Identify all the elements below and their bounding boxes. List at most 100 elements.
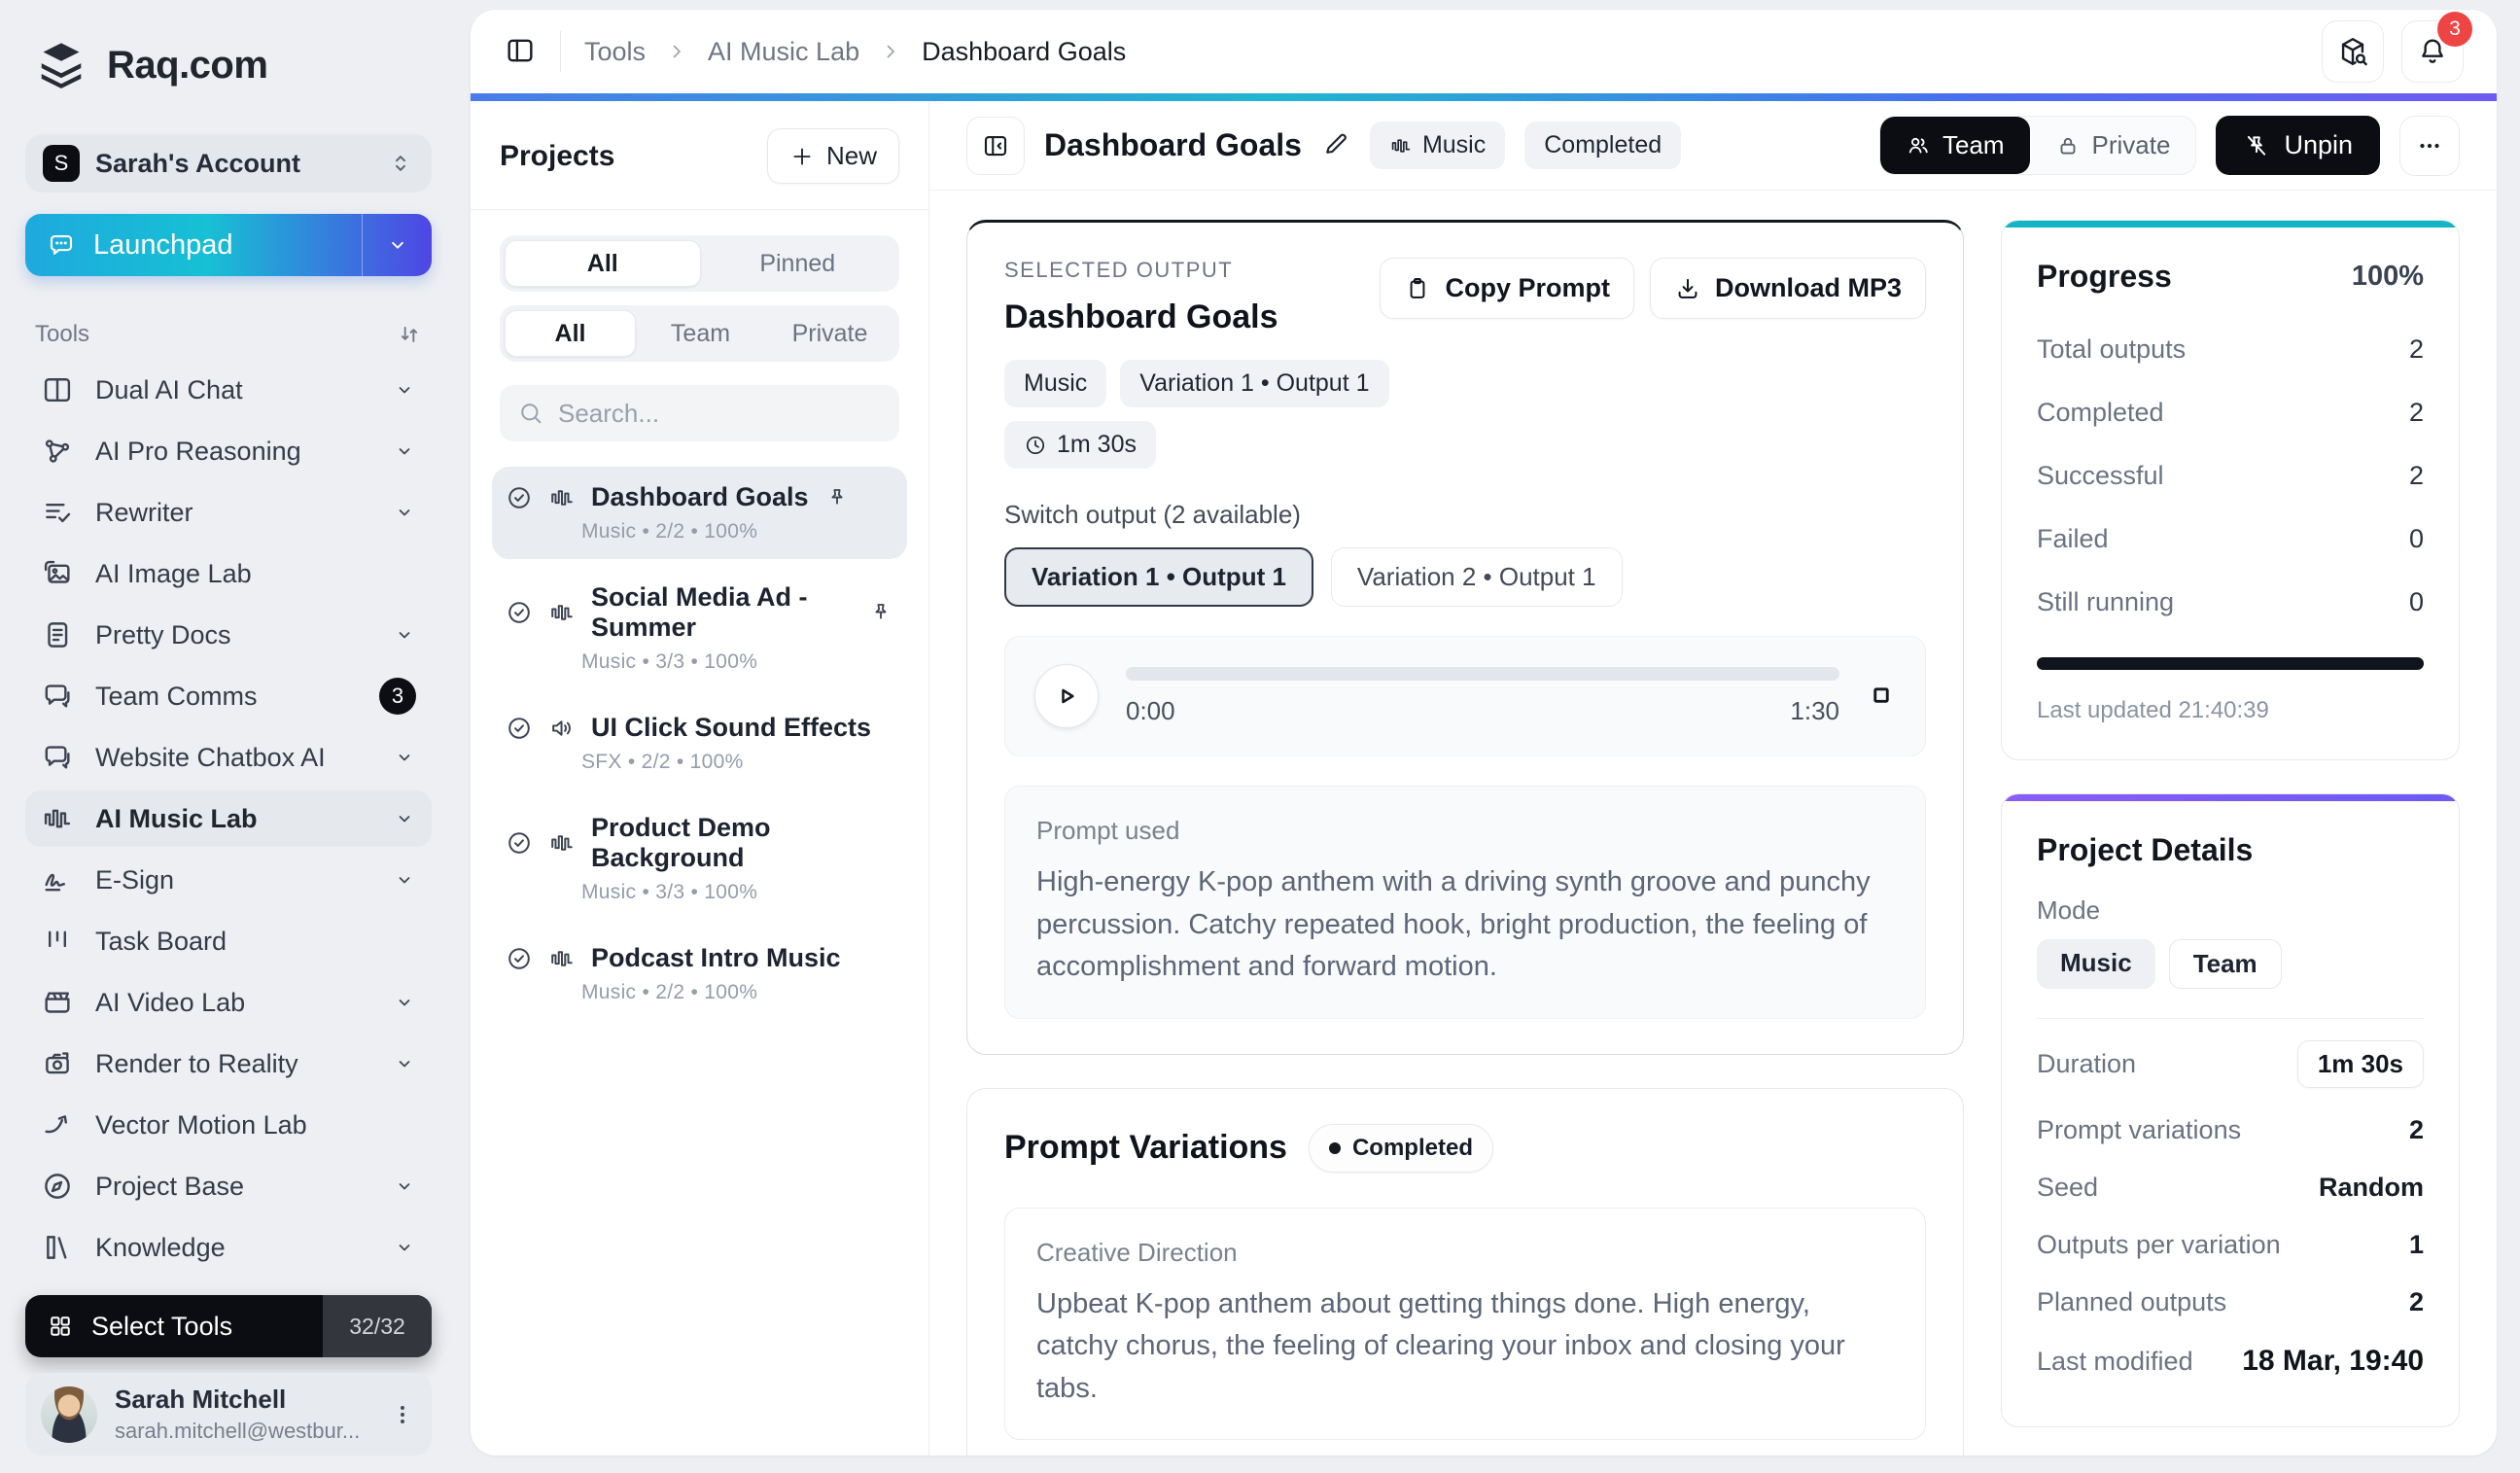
- tab-scope-all[interactable]: All: [505, 310, 636, 357]
- sidebar-item-dual-ai-chat[interactable]: Dual AI Chat: [25, 362, 432, 418]
- sidebar-item-render-to-reality[interactable]: Render to Reality: [25, 1035, 432, 1092]
- pencil-icon: [1321, 129, 1350, 158]
- sidebar-item-pretty-docs[interactable]: Pretty Docs: [25, 607, 432, 663]
- project-item-product-demo[interactable]: Product Demo Background Music • 3/3 • 10…: [492, 797, 907, 920]
- play-button[interactable]: [1034, 664, 1099, 728]
- sidebar-item-label: Team Comms: [95, 682, 358, 712]
- tab-all[interactable]: All: [505, 240, 701, 287]
- progress-track[interactable]: [1126, 667, 1839, 681]
- sidebar-item-task-board[interactable]: Task Board: [25, 913, 432, 969]
- chevron-right-icon: [665, 40, 688, 63]
- sidebar-item-vector-motion-lab[interactable]: Vector Motion Lab: [25, 1097, 432, 1153]
- visibility-private-button[interactable]: Private: [2030, 117, 2196, 174]
- select-tools-button[interactable]: Select Tools 32/32: [25, 1295, 432, 1357]
- prompt-variations-title: Prompt Variations: [1004, 1129, 1287, 1167]
- sidebar-toggle-button[interactable]: [504, 34, 537, 70]
- package-search-button[interactable]: [2322, 20, 2384, 83]
- mode-badge-team: Team: [2169, 939, 2282, 989]
- content-header: Dashboard Goals Music Completed: [929, 101, 2497, 191]
- new-project-button[interactable]: New: [767, 128, 899, 184]
- tab-pinned[interactable]: Pinned: [701, 240, 895, 287]
- mode-badge-music: Music: [2037, 939, 2155, 989]
- project-item-title: UI Click Sound Effects: [591, 713, 871, 743]
- search-input[interactable]: [558, 399, 884, 429]
- tab-scope-private[interactable]: Private: [765, 310, 894, 357]
- new-project-label: New: [826, 141, 877, 171]
- chevron-down-icon: [393, 746, 416, 769]
- row-label: Last modified: [2037, 1347, 2193, 1377]
- project-item-title: Social Media Ad - Summer: [591, 582, 853, 643]
- breadcrumb-tools[interactable]: Tools: [584, 37, 646, 67]
- account-name: Sarah's Account: [95, 149, 371, 179]
- details-accent-bar: [2002, 794, 2459, 801]
- topbar-actions: 3: [2322, 20, 2464, 83]
- user-email: sarah.mitchell@westbur...: [115, 1419, 371, 1444]
- variations-status-badge: Completed: [1309, 1124, 1493, 1173]
- user-menu[interactable]: Sarah Mitchell sarah.mitchell@westbur...: [25, 1373, 432, 1455]
- row-label: Outputs per variation: [2037, 1230, 2281, 1260]
- panel-left-icon: [504, 34, 537, 67]
- notifications-button[interactable]: 3: [2401, 20, 2464, 83]
- selected-output-card: SELECTED OUTPUT Dashboard Goals Copy Pro…: [966, 220, 1964, 1055]
- sidebar-item-website-chatbox-ai[interactable]: Website Chatbox AI: [25, 729, 432, 786]
- rewriter-icon: [41, 496, 74, 529]
- more-options-button[interactable]: [2399, 116, 2460, 176]
- chatbox-icon: [41, 741, 74, 774]
- project-item-ui-click-sfx[interactable]: UI Click Sound Effects SFX • 2/2 • 100%: [492, 697, 907, 789]
- launchpad-button[interactable]: Launchpad: [25, 214, 432, 276]
- edit-title-button[interactable]: [1321, 129, 1350, 161]
- content-area: Dashboard Goals Music Completed: [929, 101, 2497, 1455]
- divider: [471, 209, 928, 210]
- sidebar-item-team-comms[interactable]: Team Comms 3: [25, 668, 432, 724]
- progress-bar: [2037, 657, 2424, 670]
- sidebar-item-ai-music-lab[interactable]: AI Music Lab: [25, 790, 432, 847]
- collapse-panel-button[interactable]: [966, 117, 1025, 175]
- sort-icon[interactable]: [397, 322, 422, 347]
- row-label: Planned outputs: [2037, 1287, 2226, 1317]
- output-option-2[interactable]: Variation 2 • Output 1: [1331, 547, 1623, 607]
- project-item-dashboard-goals[interactable]: Dashboard Goals Music • 2/2 • 100%: [492, 467, 907, 559]
- output-option-1[interactable]: Variation 1 • Output 1: [1004, 547, 1313, 607]
- launchpad-caret[interactable]: [362, 214, 432, 276]
- project-item-podcast-intro[interactable]: Podcast Intro Music Music • 2/2 • 100%: [492, 928, 907, 1020]
- music-lab-icon: [41, 802, 74, 835]
- copy-prompt-button[interactable]: Copy Prompt: [1380, 258, 1634, 319]
- sidebar-item-rewriter[interactable]: Rewriter: [25, 484, 432, 541]
- waveform-icon: [548, 829, 576, 857]
- sidebar-item-label: AI Image Lab: [95, 559, 416, 589]
- unpin-button[interactable]: Unpin: [2216, 116, 2380, 175]
- project-item-meta: Music • 2/2 • 100%: [581, 981, 893, 1004]
- sidebar-item-knowledge[interactable]: Knowledge: [25, 1219, 432, 1276]
- chevron-down-icon: [393, 623, 416, 647]
- stop-button[interactable]: [1867, 681, 1896, 713]
- download-mp3-button[interactable]: Download MP3: [1650, 258, 1926, 319]
- duration-badge-label: 1m 30s: [1057, 431, 1137, 459]
- selected-output-eyebrow: SELECTED OUTPUT: [1004, 258, 1278, 283]
- row-label: Duration: [2037, 1049, 2136, 1079]
- sidebar-item-project-base[interactable]: Project Base: [25, 1158, 432, 1214]
- sidebar-item-label: E-Sign: [95, 865, 371, 895]
- sidebar-item-ai-pro-reasoning[interactable]: AI Pro Reasoning: [25, 423, 432, 479]
- sidebar-item-label: Dual AI Chat: [95, 375, 371, 405]
- project-item-title: Product Demo Background: [591, 813, 893, 873]
- kebab-menu-icon[interactable]: [389, 1401, 416, 1428]
- chevron-right-icon: [879, 40, 902, 63]
- project-item-meta: Music • 3/3 • 100%: [581, 650, 893, 674]
- account-switcher[interactable]: S Sarah's Account: [25, 134, 432, 193]
- sidebar-item-e-sign[interactable]: E-Sign: [25, 852, 432, 908]
- tool-list: Dual AI Chat AI Pro Reasoning Rewriter A…: [25, 362, 432, 1337]
- check-circle-icon: [506, 484, 533, 511]
- lock-icon: [2055, 133, 2081, 158]
- total-time: 1:30: [1790, 696, 1839, 726]
- project-item-social-media-ad[interactable]: Social Media Ad - Summer Music • 3/3 • 1…: [492, 567, 907, 689]
- image-lab-icon: [41, 557, 74, 590]
- sidebar-item-ai-video-lab[interactable]: AI Video Lab: [25, 974, 432, 1031]
- visibility-team-button[interactable]: Team: [1880, 117, 2030, 174]
- sidebar-item-ai-image-lab[interactable]: AI Image Lab: [25, 545, 432, 602]
- breadcrumb-ai-music-lab[interactable]: AI Music Lab: [708, 37, 859, 67]
- task-board-icon: [41, 925, 74, 958]
- duration-value: 1m 30s: [2297, 1040, 2424, 1088]
- tab-scope-team[interactable]: Team: [636, 310, 765, 357]
- chevron-updown-icon: [387, 150, 414, 177]
- divider: [2037, 1018, 2424, 1019]
